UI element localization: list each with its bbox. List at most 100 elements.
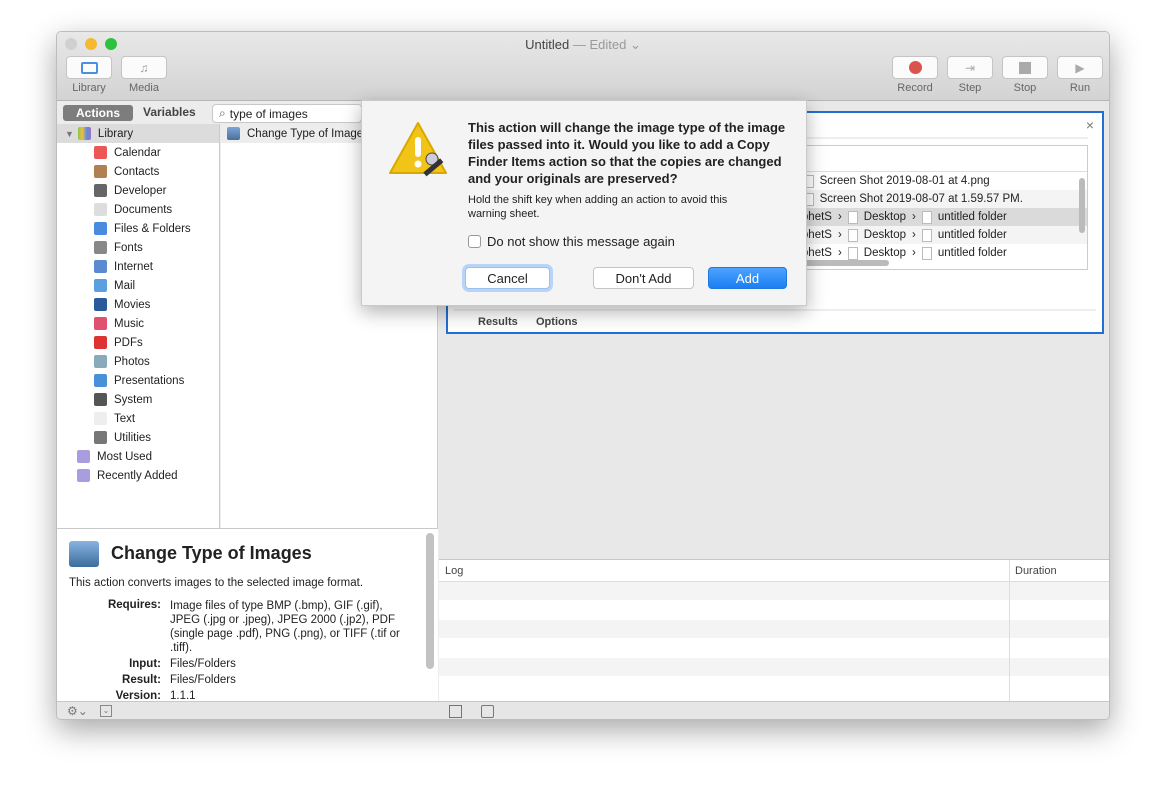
library-item[interactable]: Documents (57, 200, 219, 219)
search-input[interactable]: ⌕ type of images (212, 104, 362, 123)
record-icon (908, 61, 922, 74)
file-icon (847, 228, 858, 242)
library-root[interactable]: ▼ Library (57, 124, 219, 143)
log-panel: Log Duration (439, 559, 1109, 702)
record-button[interactable] (892, 56, 938, 79)
sidebar-icon (80, 61, 98, 74)
category-icon (94, 203, 107, 216)
chevron-right-icon: › (911, 211, 916, 223)
cancel-button[interactable]: Cancel (465, 267, 550, 289)
file-icon (847, 210, 858, 224)
search-icon: ⌕ (219, 106, 226, 120)
library-label: Library (72, 82, 106, 94)
record-label: Record (897, 82, 933, 94)
library-item[interactable]: Presentations (57, 371, 219, 390)
chevron-right-icon: › (911, 229, 916, 241)
media-label: Media (129, 82, 159, 94)
dont-add-button[interactable]: Don't Add (593, 267, 694, 289)
add-button[interactable]: Add (708, 267, 787, 289)
show-description-icon[interactable]: ⌄ (100, 705, 112, 717)
category-icon (94, 431, 107, 444)
close-action-icon[interactable]: × (1086, 117, 1094, 133)
step-button[interactable]: ⇥ (947, 56, 993, 79)
table-scrollbar-v[interactable] (1079, 178, 1085, 233)
library-item[interactable]: Developer (57, 181, 219, 200)
result-label: Result: (122, 674, 161, 686)
description-title: Change Type of Images (111, 543, 312, 563)
chevron-right-icon: › (837, 247, 842, 259)
category-icon (94, 260, 107, 273)
file-icon (921, 228, 932, 242)
change-type-icon (69, 541, 99, 567)
file-icon (921, 210, 932, 224)
smart-folder-icon (77, 450, 90, 463)
media-button[interactable]: ♫ (121, 56, 167, 79)
run-icon: ▶ (1075, 60, 1085, 75)
library-button[interactable] (66, 56, 112, 79)
library-list: ▼ Library Calendar Contacts Developer Docume… (57, 124, 220, 528)
stop-label: Stop (1013, 82, 1037, 94)
library-item[interactable]: Internet (57, 257, 219, 276)
library-item[interactable]: Contacts (57, 162, 219, 181)
description-scrollbar[interactable] (426, 533, 434, 669)
library-item[interactable]: Utilities (57, 428, 219, 447)
library-item[interactable]: Fonts (57, 238, 219, 257)
category-icon (94, 279, 107, 292)
stop-button[interactable] (1002, 56, 1048, 79)
image-icon (227, 127, 240, 140)
tab-options[interactable]: Options (536, 316, 578, 328)
library-item[interactable]: Mail (57, 276, 219, 295)
library-item[interactable]: Text (57, 409, 219, 428)
toolbar: Untitled — Edited ⌄ Library ♫ Media Reco… (57, 32, 1109, 101)
category-icon (94, 165, 107, 178)
library-item[interactable]: Movies (57, 295, 219, 314)
category-icon (94, 146, 107, 159)
log-view-icon[interactable] (449, 705, 462, 718)
smart-group-item[interactable]: Recently Added (57, 466, 219, 485)
library-item[interactable]: PDFs (57, 333, 219, 352)
category-icon (94, 184, 107, 197)
checkbox[interactable] (468, 235, 481, 248)
file-icon (847, 246, 858, 260)
requires-label: Requires: (107, 599, 161, 611)
duration-column-header[interactable]: Duration (1015, 565, 1057, 577)
media-icon: ♫ (139, 60, 149, 75)
tab-actions[interactable]: Actions (63, 105, 133, 121)
category-icon (94, 336, 107, 349)
chevron-right-icon: › (837, 229, 842, 241)
dialog-message: This action will change the image type o… (468, 120, 786, 186)
warning-dialog: This action will change the image type o… (361, 100, 807, 306)
file-icon (921, 246, 932, 260)
variables-view-icon[interactable] (481, 705, 494, 718)
bottom-bar: ⚙⌄ ⌄ (57, 701, 1109, 719)
library-item[interactable]: Music (57, 314, 219, 333)
category-icon (94, 393, 107, 406)
library-icon (77, 127, 91, 140)
tab-variables[interactable]: Variables (143, 105, 196, 119)
do-not-show-checkbox[interactable]: Do not show this message again (468, 234, 675, 249)
library-item[interactable]: Files & Folders (57, 219, 219, 238)
log-column-header[interactable]: Log (445, 565, 463, 577)
window-title: Untitled — Edited ⌄ (525, 37, 641, 52)
category-icon (94, 412, 107, 425)
run-label: Run (1069, 82, 1091, 94)
library-item[interactable]: Calendar (57, 143, 219, 162)
description-summary: This action converts images to the selec… (69, 577, 364, 589)
tab-results[interactable]: Results (478, 316, 518, 328)
smart-group-item[interactable]: Most Used (57, 447, 219, 466)
run-button[interactable]: ▶ (1057, 56, 1103, 79)
input-value: Files/Folders (170, 658, 236, 670)
library-item[interactable]: System (57, 390, 219, 409)
step-label: Step (958, 82, 982, 94)
library-item[interactable]: Photos (57, 352, 219, 371)
chevron-right-icon: › (911, 247, 916, 259)
action-description: Change Type of Images This action conver… (57, 528, 438, 702)
category-icon (94, 317, 107, 330)
category-icon (94, 241, 107, 254)
smart-folder-icon (77, 469, 90, 482)
dialog-info: Hold the shift key when adding an action… (468, 194, 728, 220)
category-icon (94, 222, 107, 235)
gear-icon[interactable]: ⚙⌄ (67, 704, 88, 718)
step-icon: ⇥ (964, 60, 976, 75)
category-icon (94, 355, 107, 368)
